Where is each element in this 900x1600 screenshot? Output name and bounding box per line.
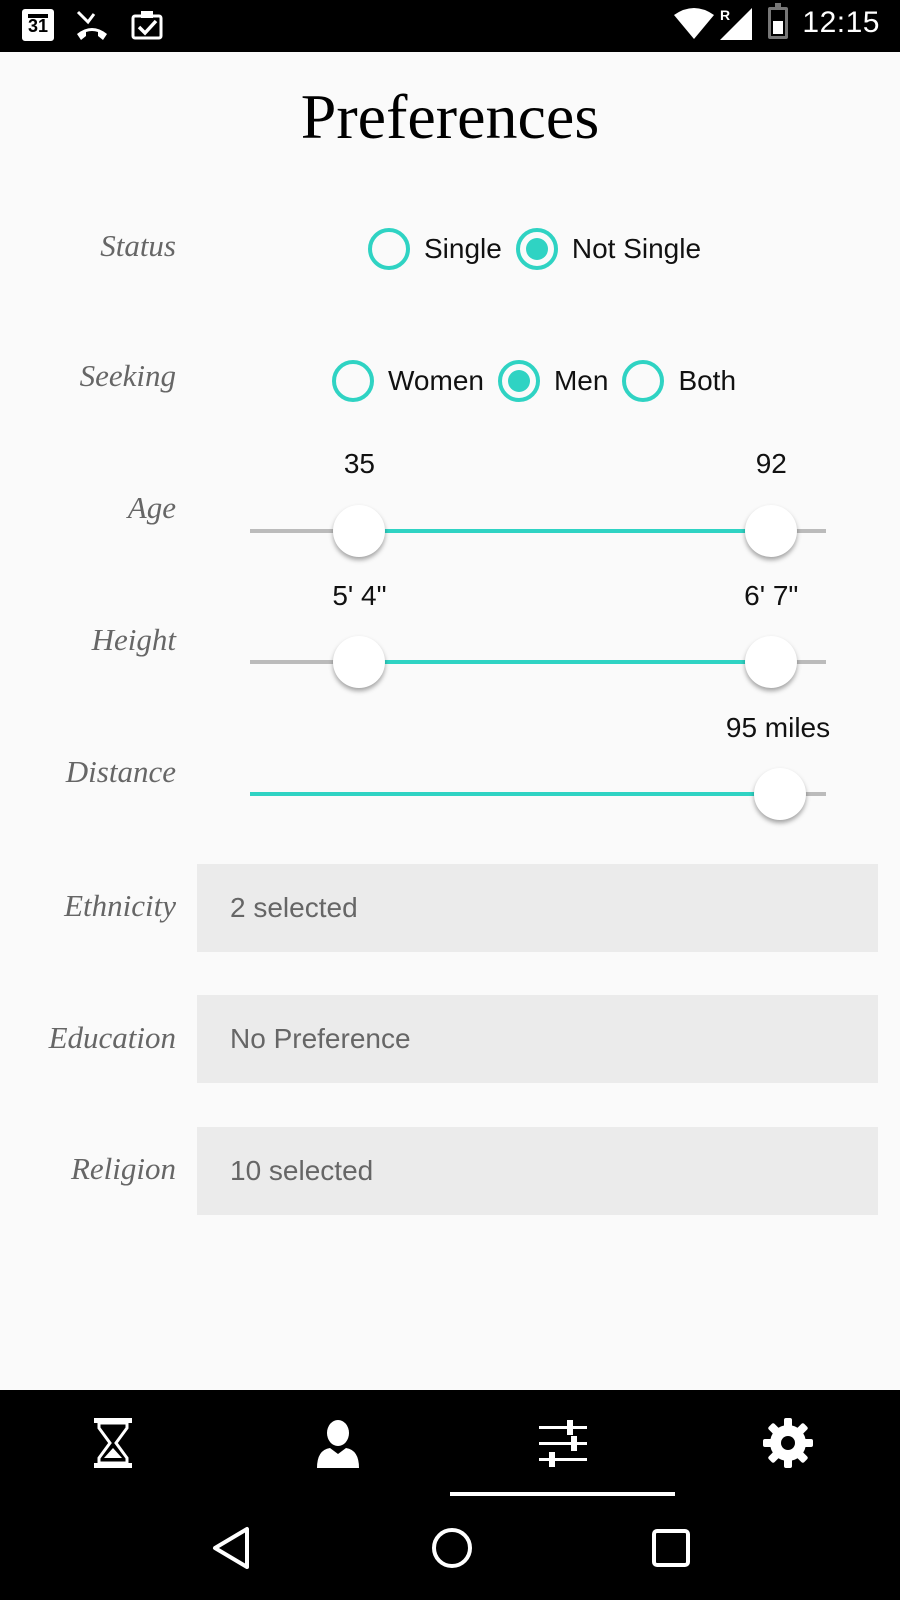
nav-tab-settings[interactable] — [675, 1390, 900, 1496]
roaming-indicator: R — [720, 7, 730, 23]
distance-thumb[interactable] — [753, 768, 806, 820]
bottom-nav — [0, 1390, 900, 1496]
religion-select[interactable]: 10 selected — [197, 1127, 878, 1215]
distance-label: Distance — [65, 754, 176, 789]
slider-fill — [359, 529, 772, 533]
age-min-thumb[interactable] — [333, 505, 386, 557]
calendar-day: 31 — [27, 16, 49, 36]
back-icon[interactable] — [209, 1525, 253, 1571]
radio-circle — [332, 360, 374, 402]
seeking-label: Seeking — [79, 358, 176, 393]
missed-call-icon — [76, 10, 107, 40]
radio-label: Not Single — [571, 233, 702, 264]
battery-icon — [768, 3, 789, 39]
ethnicity-label: Ethnicity — [64, 888, 176, 923]
profile-icon — [316, 1420, 359, 1468]
status-option-single[interactable]: Single — [368, 228, 502, 270]
status-bar: 31 R 12:15 — [0, 0, 900, 52]
nav-tab-preferences[interactable] — [450, 1390, 675, 1496]
education-select[interactable]: No Preference — [197, 995, 878, 1083]
radio-circle — [515, 228, 558, 270]
task-check-icon — [131, 11, 163, 40]
distance-slider[interactable] — [250, 766, 826, 822]
wifi-icon — [674, 8, 715, 39]
radio-label: Both — [678, 365, 737, 396]
radio-circle — [497, 360, 540, 402]
age-min-value: 35 — [343, 448, 376, 479]
status-label: Status — [100, 228, 176, 263]
age-max-value: 92 — [755, 448, 787, 479]
height-label: Height — [91, 622, 176, 657]
ethnicity-value: 2 selected — [230, 892, 358, 923]
religion-value: 10 selected — [230, 1155, 374, 1186]
slider-fill — [359, 660, 772, 664]
seeking-option-men[interactable]: Men — [497, 360, 609, 402]
gear-icon — [762, 1418, 813, 1468]
page-title: Preferences — [300, 81, 600, 152]
education-label: Education — [48, 1020, 176, 1055]
age-max-thumb[interactable] — [745, 505, 798, 557]
clock: 12:15 — [802, 6, 880, 39]
status-radio-group: Single Not Single — [368, 228, 715, 270]
radio-circle — [622, 360, 665, 402]
religion-label: Religion — [70, 1151, 176, 1186]
height-min-value: 5' 4" — [332, 580, 387, 611]
distance-value: 95 miles — [725, 712, 831, 743]
age-label: Age — [127, 490, 176, 525]
height-min-thumb[interactable] — [333, 636, 386, 688]
status-option-not-single[interactable]: Not Single — [515, 228, 702, 270]
education-value: No Preference — [230, 1023, 411, 1054]
signal-icon: R — [720, 7, 753, 40]
radio-label: Men — [553, 365, 609, 396]
nav-tab-timer[interactable] — [0, 1390, 225, 1496]
seeking-option-women[interactable]: Women — [332, 360, 484, 402]
nav-tab-profile[interactable] — [225, 1390, 450, 1496]
age-range-slider[interactable] — [250, 503, 826, 559]
height-max-value: 6' 7" — [744, 580, 799, 611]
slider-fill — [250, 792, 780, 796]
height-max-thumb[interactable] — [745, 636, 798, 688]
home-icon[interactable] — [430, 1526, 474, 1570]
ethnicity-select[interactable]: 2 selected — [197, 864, 878, 952]
radio-label: Single — [424, 233, 502, 264]
recent-apps-icon[interactable] — [651, 1528, 691, 1568]
seeking-radio-group: Women Men Both — [332, 360, 750, 402]
height-range-slider[interactable] — [250, 634, 826, 690]
radio-circle — [368, 228, 410, 270]
sliders-icon — [538, 1420, 587, 1467]
radio-label: Women — [388, 365, 484, 396]
seeking-option-both[interactable]: Both — [622, 360, 736, 402]
calendar-icon: 31 — [22, 9, 54, 41]
system-nav-bar — [0, 1496, 900, 1600]
hourglass-icon — [93, 1418, 132, 1468]
